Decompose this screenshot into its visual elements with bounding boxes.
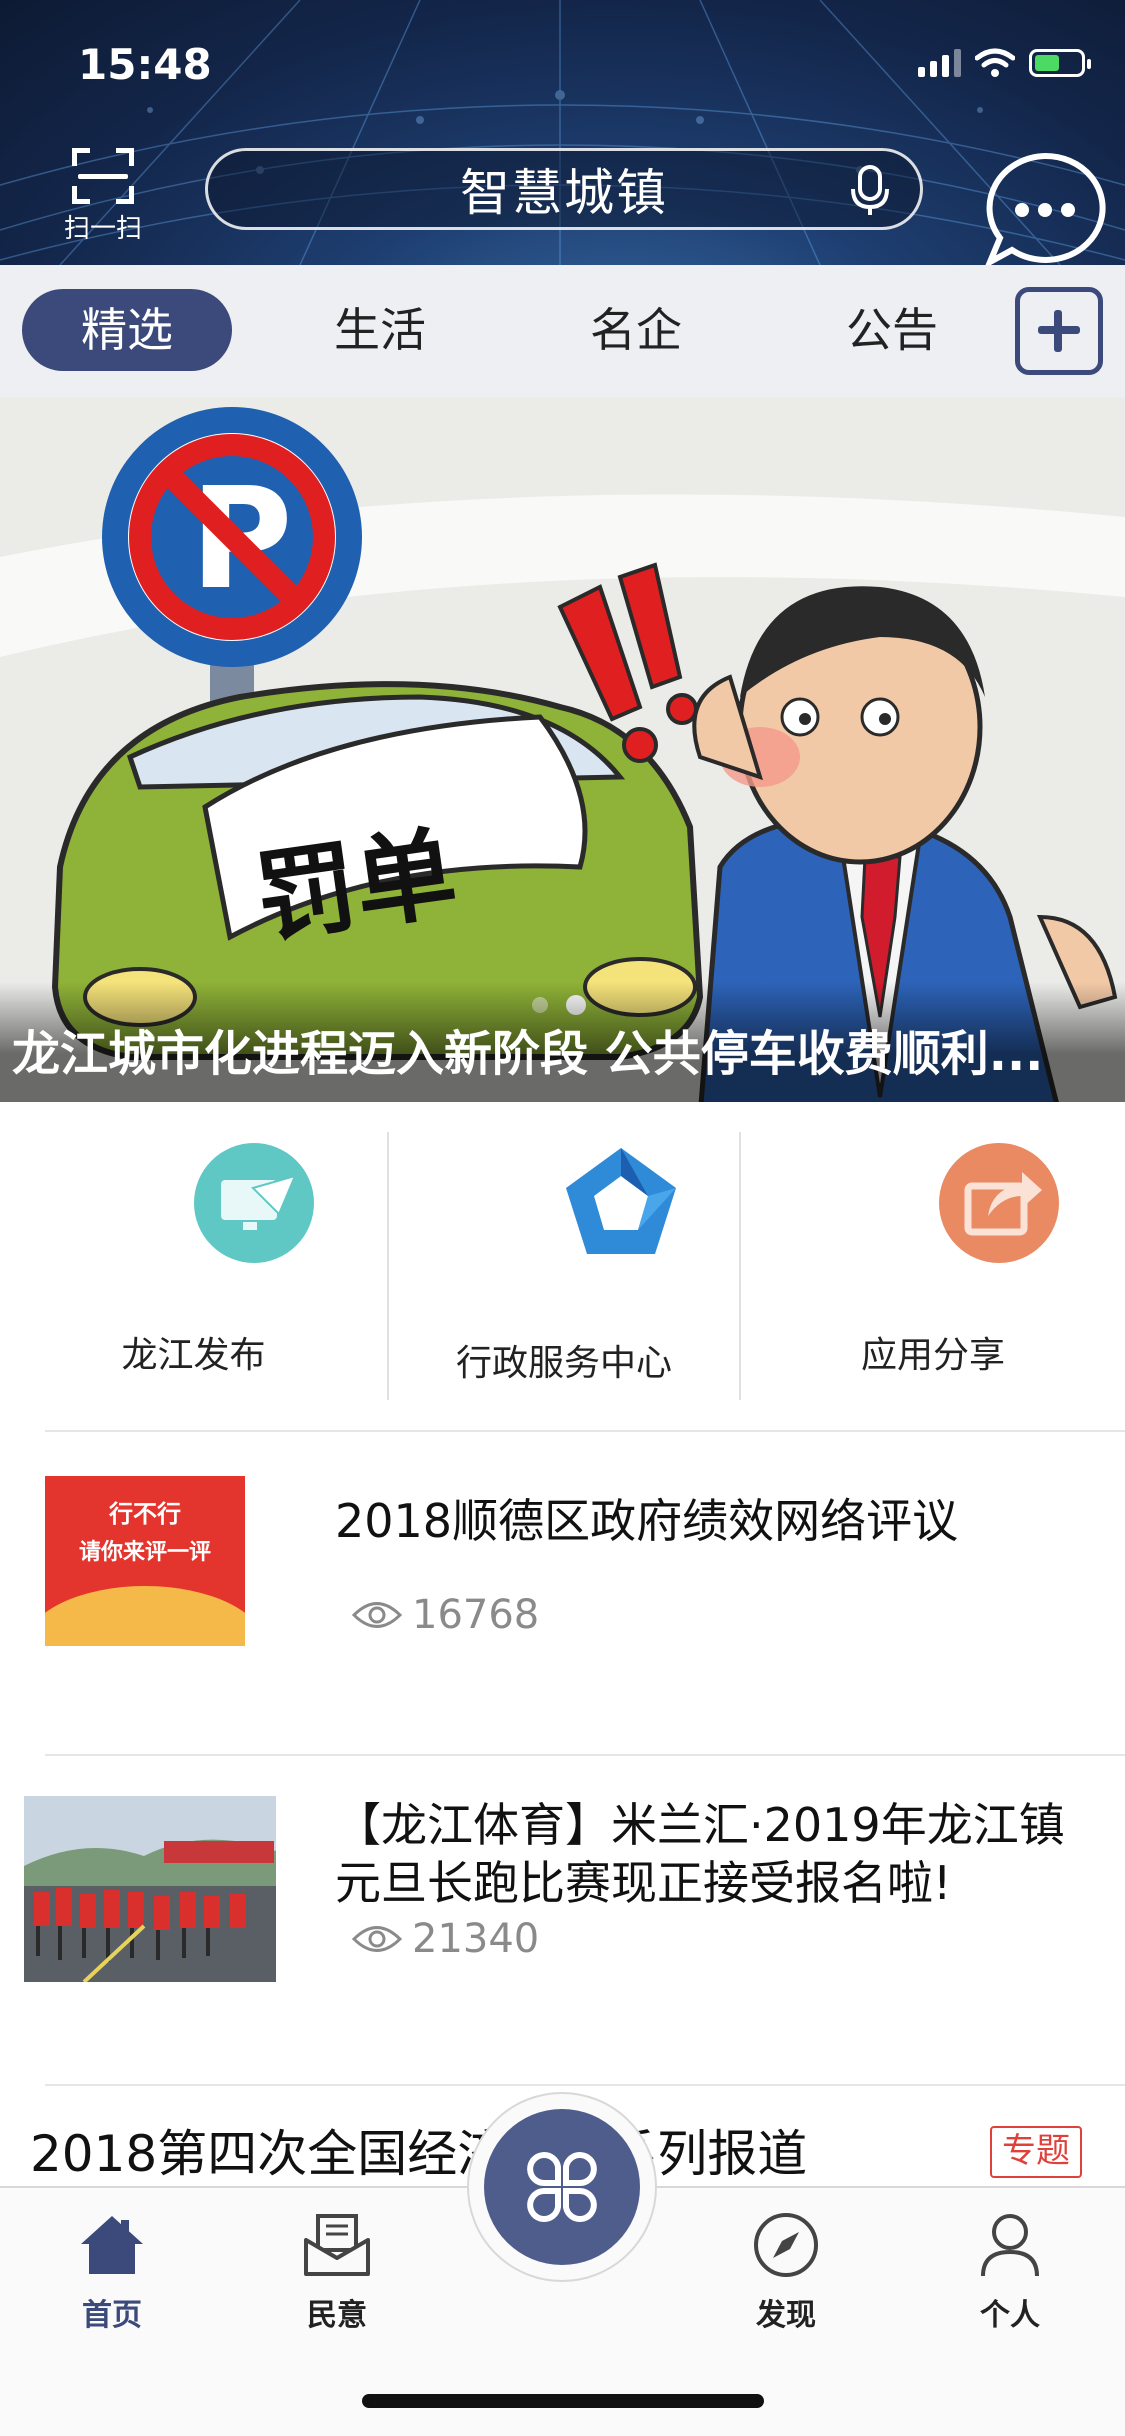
center-action-circle [484,2109,640,2265]
wifi-icon [975,48,1015,77]
banner-caption: 龙江城市化进程迈入新阶段 公共停车收费顺利... [12,1026,1044,1082]
center-action-button[interactable] [467,2092,657,2282]
person-icon [981,2214,1039,2277]
pentagon-logo-icon [566,1148,676,1254]
banner-carousel[interactable]: P 罚单 [0,397,1125,1102]
thumb-decoration [45,1586,245,1646]
view-count-value: 21340 [412,1916,540,1962]
thumb-text: 请你来评一评 [78,1540,211,1565]
tabbar-home[interactable]: 首页 [42,2210,182,2334]
topic-badge: 专题 [990,2126,1082,2178]
tabbar-label: 发现 [756,2298,816,2333]
news-item[interactable]: 行不行 请你来评一评 2018顺德区政府绩效网络评议 16768 [0,1432,1125,1754]
tab-notices[interactable]: 公告 [812,289,972,371]
scan-button[interactable]: 扫一扫 [58,148,148,245]
eye-icon [352,1602,402,1628]
topic-title: 2018第四次全国经济普查系列报道 [30,2125,808,2183]
category-tabs: 精选 生活 名企 公告 [0,265,1125,397]
tab-featured[interactable]: 精选 [22,289,232,371]
quick-action-longjiang-release[interactable]: 龙江发布 [0,1102,387,1430]
tabbar-label: 民意 [307,2298,367,2333]
quick-action-label: 行政服务中心 [455,1343,672,1384]
header: 15:48 扫一扫 智慧城镇 [0,0,1125,265]
view-count: 16768 [352,1592,539,1638]
news-thumbnail: 行不行 请你来评一评 [45,1476,245,1646]
tabbar-opinion[interactable]: 民意 [267,2210,407,2334]
home-icon [81,2216,143,2274]
thumb-text: 行不行 [109,1500,181,1528]
status-time: 15:48 [78,40,212,89]
search-text: 智慧城镇 [460,164,668,222]
news-thumbnail [24,1796,276,1982]
banner-caption-overlay: 龙江城市化进程迈入新阶段 公共停车收费顺利... [0,982,1125,1102]
tabbar-profile[interactable]: 个人 [940,2210,1080,2334]
compass-icon [754,2213,818,2277]
quick-action-label: 龙江发布 [121,1335,266,1376]
status-icons [918,48,1091,78]
news-title: 2018顺德区政府绩效网络评议 [335,1494,959,1548]
signal-icon [918,49,961,77]
view-count: 21340 [352,1916,539,1962]
quick-actions: 龙江发布 行政服务中心 应用分享 [0,1102,1125,1430]
battery-icon [1029,49,1091,77]
tabbar-label: 个人 [980,2298,1040,2333]
chat-bubble-icon[interactable] [982,150,1108,265]
quick-action-label: 应用分享 [860,1335,1005,1376]
search-bar[interactable]: 智慧城镇 [205,148,923,230]
home-indicator [362,2394,764,2408]
eye-icon [352,1926,402,1952]
tab-life[interactable]: 生活 [300,289,460,371]
mail-icon [304,2214,370,2276]
news-item[interactable]: 【龙江体育】米兰汇·2019年龙江镇元旦长跑比赛现正接受报名啦! 21340 [0,1756,1125,2084]
clover-grid-icon [527,2152,597,2222]
tabbar-label: 首页 [82,2298,142,2333]
quick-action-app-share[interactable]: 应用分享 [741,1102,1125,1430]
tab-companies[interactable]: 名企 [556,289,716,371]
view-count-value: 16768 [412,1592,540,1638]
tabbar-discover[interactable]: 发现 [716,2210,856,2334]
quick-action-admin-service-center[interactable]: 行政服务中心 [389,1102,739,1430]
scan-icon [72,148,134,204]
app-screen: 15:48 扫一扫 智慧城镇 精选 生活 名企 公告 罚单 龙江城市化进程迈入新… [0,0,1125,2436]
add-tab-button[interactable] [1015,287,1103,375]
scan-label: 扫一扫 [63,214,142,244]
computer-mail-icon [193,1143,314,1263]
share-icon [938,1143,1059,1263]
microphone-icon[interactable] [850,165,890,217]
news-title: 【龙江体育】米兰汇·2019年龙江镇元旦长跑比赛现正接受报名啦! [335,1798,1065,1910]
